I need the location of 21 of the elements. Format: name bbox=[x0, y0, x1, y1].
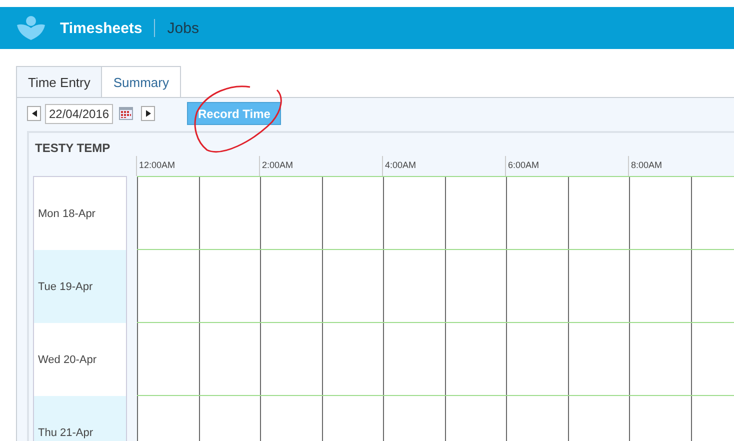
right-triangle-icon bbox=[146, 110, 150, 117]
hour-label: 4:00AM bbox=[385, 160, 416, 170]
next-button[interactable] bbox=[141, 106, 155, 121]
date-field[interactable]: 22/04/2016 bbox=[45, 104, 113, 124]
employee-name: TESTY TEMP bbox=[34, 140, 112, 154]
tab[interactable]: Summary bbox=[101, 66, 181, 97]
previous-button[interactable] bbox=[27, 106, 41, 121]
day-label: Tue 19-Apr bbox=[34, 250, 126, 323]
hour-label: 2:00AM bbox=[262, 160, 294, 170]
day-label: Thu 21-Apr bbox=[34, 396, 126, 441]
tab[interactable]: Time Entry bbox=[16, 66, 102, 97]
hour-label: 6:00AM bbox=[508, 160, 540, 170]
day-label: Wed 20-Apr bbox=[37, 352, 98, 368]
left-triangle-icon bbox=[32, 110, 36, 117]
hour-label: 12:00AM bbox=[139, 160, 176, 170]
calendar-icon[interactable] bbox=[119, 107, 133, 120]
nav-link[interactable]: Jobs bbox=[167, 20, 199, 36]
app-title: Timesheets bbox=[60, 20, 142, 36]
day-label: Mon 18-Apr bbox=[37, 206, 96, 222]
people-logo-icon bbox=[16, 15, 46, 41]
hour-label: 8:00AM bbox=[631, 160, 662, 170]
